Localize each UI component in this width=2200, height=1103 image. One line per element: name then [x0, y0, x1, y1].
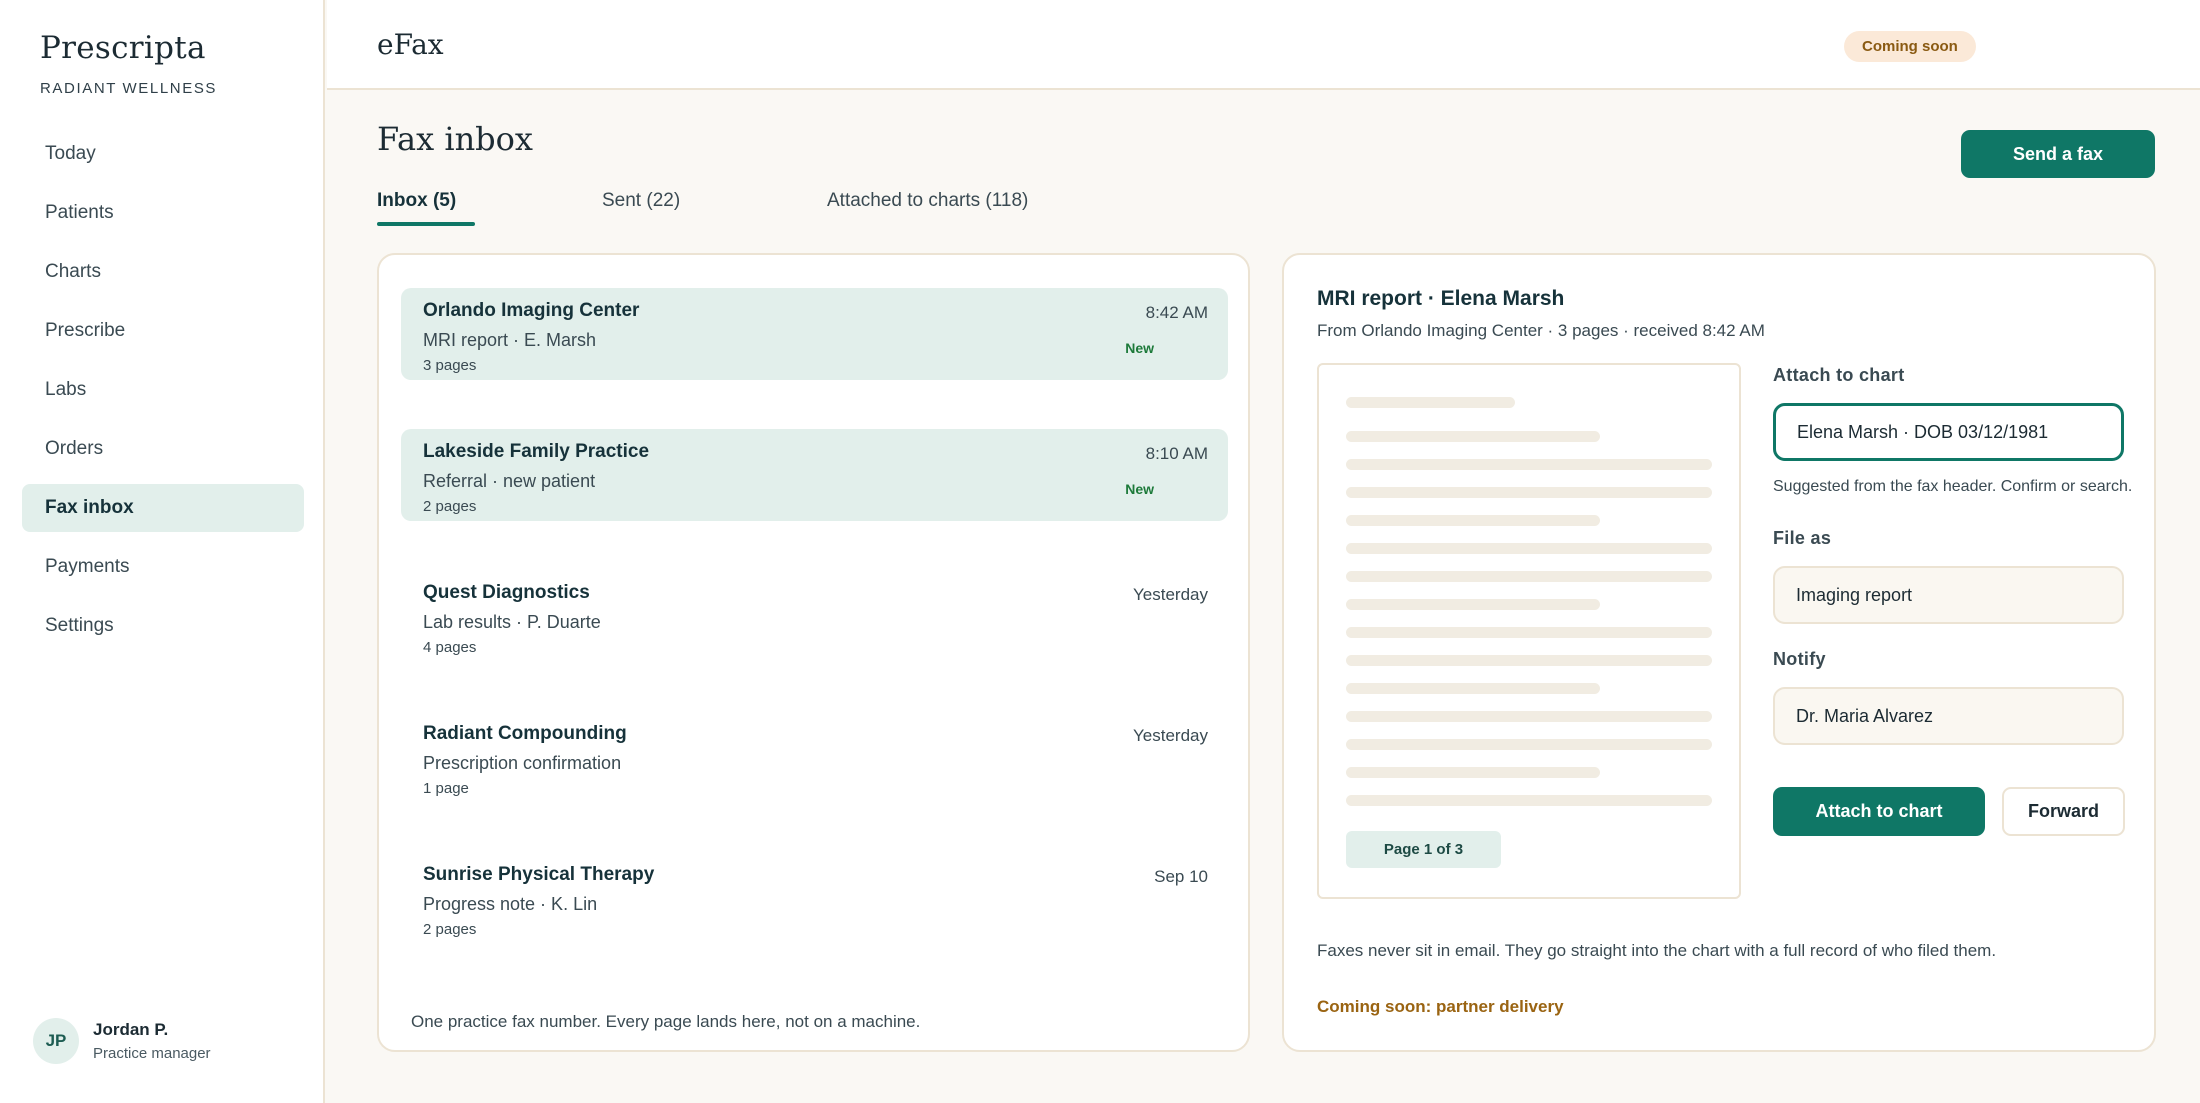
avatar: JP — [33, 1018, 79, 1064]
preview-text-line — [1346, 487, 1712, 498]
coming-soon-badge: Coming soon — [1844, 31, 1976, 62]
sidebar-item-charts[interactable]: Charts — [22, 248, 304, 296]
patient-chart-field[interactable]: Elena Marsh · DOB 03/12/1981 — [1773, 403, 2124, 461]
fax-detail-panel: MRI report · Elena Marsh From Orlando Im… — [1282, 253, 2156, 1052]
fax-sender: Orlando Imaging Center — [423, 300, 640, 321]
fax-time: Yesterday — [1133, 585, 1208, 604]
sidebar: Prescripta RADIANT WELLNESS Today Patien… — [0, 0, 325, 1103]
fax-sender: Quest Diagnostics — [423, 582, 590, 603]
sidebar-item-today[interactable]: Today — [22, 130, 304, 178]
suggestion-hint: Suggested from the fax header. Confirm o… — [1773, 478, 2133, 495]
fax-sender: Radiant Compounding — [423, 723, 627, 744]
file-as-value: Imaging report — [1796, 584, 1913, 605]
fax-subject: Lab results · P. Duarte — [423, 612, 601, 632]
detail-footer-note: Faxes never sit in email. They go straig… — [1317, 941, 1997, 960]
active-tab-indicator — [377, 222, 475, 226]
sidebar-item-labs[interactable]: Labs — [22, 366, 304, 414]
attach-to-chart-label: Attach to chart — [1773, 365, 1905, 385]
preview-text-line — [1346, 459, 1712, 470]
tab-attached-to-charts[interactable]: Attached to charts (118) — [827, 190, 1028, 212]
sidebar-item-patients[interactable]: Patients — [22, 189, 304, 237]
sidebar-item-payments[interactable]: Payments — [22, 543, 304, 591]
fax-pages: 2 pages — [423, 921, 477, 938]
fax-list-panel: Orlando Imaging Center MRI report · E. M… — [377, 253, 1250, 1052]
file-as-label: File as — [1773, 528, 1832, 548]
preview-text-line — [1346, 543, 1712, 554]
fax-list-item[interactable]: Lakeside Family Practice Referral · new … — [401, 429, 1228, 521]
page-title: Fax inbox — [377, 120, 533, 158]
sidebar-item-prescribe[interactable]: Prescribe — [22, 307, 304, 355]
patient-chart-value: Elena Marsh · DOB 03/12/1981 — [1797, 421, 2049, 442]
user-profile[interactable]: JP Jordan P. Practice manager — [33, 1018, 211, 1064]
fax-pages: 2 pages — [423, 498, 477, 515]
preview-text-line — [1346, 795, 1712, 806]
page-indicator: Page 1 of 3 — [1346, 831, 1501, 868]
inbox-footer-note: One practice fax number. Every page land… — [411, 1012, 921, 1031]
forward-button[interactable]: Forward — [2002, 787, 2125, 836]
sidebar-nav: Today Patients Charts Prescribe Labs Ord… — [22, 130, 304, 661]
new-badge: New — [1125, 340, 1154, 356]
fax-list-item[interactable]: Radiant Compounding Prescription confirm… — [401, 711, 1228, 803]
fax-list-item[interactable]: Orlando Imaging Center MRI report · E. M… — [401, 288, 1228, 380]
preview-text-line — [1346, 431, 1600, 442]
tab-sent[interactable]: Sent (22) — [602, 190, 680, 212]
sidebar-item-fax-inbox[interactable]: Fax inbox — [22, 484, 304, 532]
brand-name[interactable]: Prescripta — [40, 30, 217, 66]
tabs: Inbox (5) Sent (22) Attached to charts (… — [377, 190, 1177, 230]
fax-sender: Sunrise Physical Therapy — [423, 864, 655, 885]
fax-detail-title: MRI report · Elena Marsh — [1317, 287, 1565, 310]
fax-time: 8:42 AM — [1145, 303, 1208, 322]
fax-time: 8:10 AM — [1145, 444, 1208, 463]
fax-list-item[interactable]: Quest Diagnostics Lab results · P. Duart… — [401, 570, 1228, 662]
fax-subject: Referral · new patient — [423, 471, 596, 491]
preview-text-line — [1346, 683, 1600, 694]
topbar-title: eFax — [377, 28, 444, 61]
attach-to-chart-button[interactable]: Attach to chart — [1773, 787, 1985, 836]
fax-list: Orlando Imaging Center MRI report · E. M… — [401, 288, 1228, 993]
preview-text-line — [1346, 655, 1712, 666]
preview-text-line — [1346, 739, 1712, 750]
sidebar-item-orders[interactable]: Orders — [22, 425, 304, 473]
preview-text-line — [1346, 767, 1600, 778]
preview-text-line — [1346, 515, 1600, 526]
preview-text-line — [1346, 627, 1712, 638]
fax-list-item[interactable]: Sunrise Physical Therapy Progress note ·… — [401, 852, 1228, 944]
fax-pages: 1 page — [423, 780, 469, 797]
coming-soon-note: Coming soon: partner delivery — [1317, 997, 1564, 1016]
tab-inbox[interactable]: Inbox (5) — [377, 190, 456, 212]
notify-field[interactable]: Dr. Maria Alvarez — [1773, 687, 2124, 745]
topbar: eFax Coming soon — [327, 0, 2200, 90]
fax-time: Yesterday — [1133, 726, 1208, 745]
preview-text-line — [1346, 571, 1712, 582]
user-role: Practice manager — [93, 1045, 211, 1062]
notify-value: Dr. Maria Alvarez — [1796, 705, 1934, 726]
fax-subject: Progress note · K. Lin — [423, 894, 598, 914]
preview-text-line — [1346, 599, 1600, 610]
sidebar-item-settings[interactable]: Settings — [22, 602, 304, 650]
fax-pages: 4 pages — [423, 639, 477, 656]
fax-subject: Prescription confirmation — [423, 753, 622, 773]
preview-text-line — [1346, 397, 1515, 408]
preview-text-line — [1346, 711, 1712, 722]
fax-time: Sep 10 — [1154, 867, 1208, 886]
file-as-field[interactable]: Imaging report — [1773, 566, 2124, 624]
brand: Prescripta RADIANT WELLNESS — [40, 30, 217, 97]
brand-subtitle: RADIANT WELLNESS — [40, 80, 218, 97]
new-badge: New — [1125, 481, 1154, 497]
fax-sender: Lakeside Family Practice — [423, 441, 650, 462]
user-name: Jordan P. — [93, 1020, 169, 1039]
notify-label: Notify — [1773, 649, 1826, 669]
fax-detail-meta: From Orlando Imaging Center · 3 pages · … — [1317, 321, 1765, 340]
send-fax-button[interactable]: Send a fax — [1961, 130, 2155, 178]
fax-pages: 3 pages — [423, 357, 477, 374]
fax-subject: MRI report · E. Marsh — [423, 330, 597, 350]
fax-page-preview[interactable]: Page 1 of 3 — [1317, 363, 1741, 899]
